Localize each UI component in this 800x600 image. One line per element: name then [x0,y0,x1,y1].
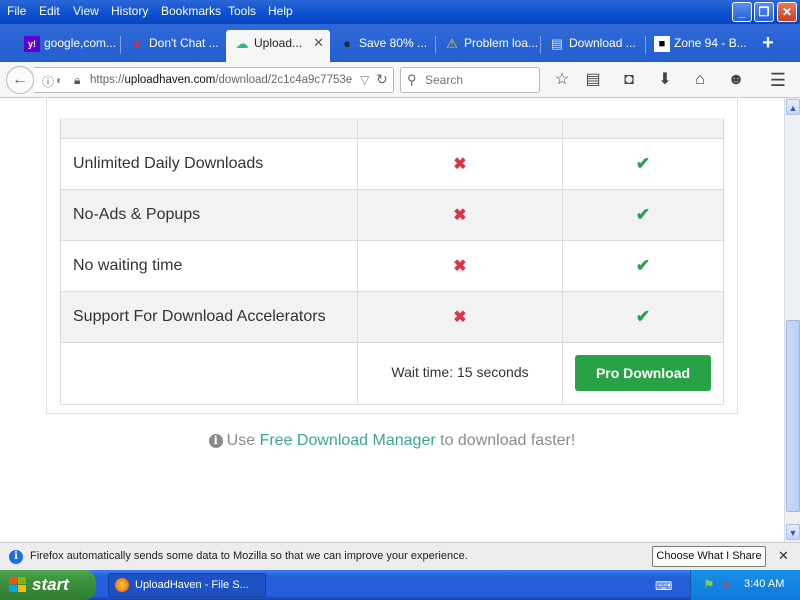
menu-history[interactable]: History [111,4,148,18]
taskbar-item-label: UploadHaven - File S... [135,579,249,591]
close-tab-icon[interactable]: ✕ [313,30,324,56]
fdm-promo: i Use Free Download Manager to download f… [0,432,784,450]
tab-bar: y! google,com... ♦ Don't Chat ... ☁ Uplo… [0,24,800,62]
steam-icon: ● [343,36,351,51]
identity-icon[interactable]: ⓘ [42,73,54,90]
feature-row: No-Ads & Popups ✖ ✔ [60,188,724,241]
cross-icon: ✖ [453,155,467,173]
tab-label: Download ... [569,36,636,50]
start-label: start [32,575,69,594]
scroll-thumb[interactable] [786,320,800,512]
reading-list-icon[interactable]: ▤ [583,70,603,90]
scroll-up-arrow-icon[interactable]: ▲ [786,99,800,115]
pocket-icon[interactable]: ◘ [619,70,639,90]
wait-time-text: Wait time: 15 seconds [391,364,529,380]
menu-bookmarks[interactable]: Bookmarks [161,4,221,18]
feature-name: No waiting time [60,239,358,292]
yahoo-icon: y! [24,36,40,52]
firefox-icon [115,578,129,592]
tab-download[interactable]: ▤ Download ... [541,32,645,62]
menu-edit[interactable]: Edit [39,4,60,18]
hamburger-menu-icon[interactable]: ☰ [768,70,788,90]
cross-icon: ✖ [453,257,467,275]
reload-icon[interactable]: ↻ [376,71,388,88]
security-shield-icon[interactable]: ⛨ [721,577,731,593]
menu-file[interactable]: File [7,4,26,18]
close-icon[interactable]: ✕ [778,548,789,564]
scroll-down-arrow-icon[interactable]: ▼ [786,524,800,540]
windows-logo-icon [9,577,27,593]
tab-zone94[interactable]: ■ Zone 94 - B... [646,32,750,62]
features-table: Unlimited Daily Downloads ✖ ✔ No-Ads & Popu… [60,118,724,405]
menu-view[interactable]: View [73,4,99,18]
bookmark-star-icon[interactable]: ☆ [552,70,572,90]
search-box[interactable]: ⚲ [400,67,540,93]
wait-time-cell: Wait time: 15 seconds [357,341,563,405]
check-icon: ✔ [635,204,651,224]
tab-dont-chat[interactable]: ♦ Don't Chat ... [121,32,225,62]
vertical-scrollbar[interactable]: ▲ ▼ [784,98,800,542]
taskbar-item-firefox[interactable]: UploadHaven - File S... [108,573,266,597]
info-icon: i [208,434,223,448]
tab-label: Upload... [254,36,303,50]
restore-button[interactable]: ❐ [754,2,774,22]
page-content: Unlimited Daily Downloads ✖ ✔ No-Ads & Popu… [0,98,784,520]
cloud-upload-icon: ☁ [235,36,249,51]
menu-bar: File Edit View History Bookmarks Tools H… [0,0,800,24]
keyboard-icon[interactable]: ⌨ [655,579,672,593]
start-button[interactable]: start [0,570,96,600]
tab-yahoo[interactable]: y! google,com... [16,32,120,62]
tab-problem-loading[interactable]: ⚠ Problem loa... [436,32,540,62]
menu-help[interactable]: Help [268,4,293,18]
drop-icon: ♦ [133,36,141,51]
downloads-icon[interactable]: ⬇ [655,70,675,90]
feature-name: Support For Download Accelerators [60,290,358,343]
tab-steam[interactable]: ● Save 80% ... [331,32,435,62]
network-icon[interactable]: ⚑ [703,577,715,593]
lock-icon: 🔒︎ [74,73,81,87]
tab-label: Problem loa... [464,36,539,50]
feature-name: Unlimited Daily Downloads [60,137,358,190]
feature-row: No waiting time ✖ ✔ [60,239,724,292]
check-icon: ✔ [635,306,651,326]
tab-label: google,com... [44,36,117,50]
tracking-shield-icon[interactable]: ◐ [56,73,63,87]
feature-name: No-Ads & Popups [60,188,358,241]
home-icon[interactable]: ⌂ [690,70,710,90]
back-button[interactable]: ← [6,66,34,94]
taskbar: start UploadHaven - File S... ⌨ ⚑ ⛨ 3:40… [0,570,800,600]
tab-label: Don't Chat ... [149,36,219,50]
pro-download-button[interactable]: Pro Download [575,355,711,391]
fdm-link[interactable]: Free Download Manager [260,432,436,449]
url-bar[interactable]: ⓘ ◐ 🔒︎ https://uploadhaven.com/download/… [34,67,394,93]
choose-what-i-share-button[interactable]: Choose What I Share [652,546,766,567]
search-icon: ⚲ [407,72,417,87]
footer-row: Wait time: 15 seconds Pro Download [60,341,724,405]
cross-icon: ✖ [453,308,467,326]
notification-bar: i Firefox automatically sends some data … [0,542,800,570]
document-icon: ▤ [550,36,564,51]
cross-icon: ✖ [453,206,467,224]
clock: 3:40 AM [744,578,785,590]
check-icon: ✔ [635,255,651,275]
menu-tools[interactable]: Tools [228,4,256,18]
emoji-icon[interactable]: ☻ [726,70,746,90]
warning-icon: ⚠ [446,36,458,51]
notification-text: Firefox automatically sends some data to… [30,550,468,562]
zone-icon: ■ [654,36,670,52]
navigation-toolbar: ← ⓘ ◐ 🔒︎ https://uploadhaven.com/downloa… [0,62,800,98]
tab-uploadhaven[interactable]: ☁ Upload... ✕ [226,30,330,62]
check-icon: ✔ [635,153,651,173]
close-window-button[interactable]: ✕ [777,2,797,22]
feature-row: Support For Download Accelerators ✖ ✔ [60,290,724,343]
tab-label: Zone 94 - B... [674,36,747,50]
new-tab-button[interactable]: + [757,32,779,54]
minimize-button[interactable]: _ [732,2,752,22]
info-icon: i [9,550,23,564]
search-input[interactable] [425,73,535,87]
tab-label: Save 80% ... [359,36,428,50]
url-text[interactable]: https://uploadhaven.com/download/2c1c4a9… [90,74,352,86]
dropdown-arrow-icon[interactable]: ▽ [360,73,369,87]
feature-row: Unlimited Daily Downloads ✖ ✔ [60,137,724,190]
